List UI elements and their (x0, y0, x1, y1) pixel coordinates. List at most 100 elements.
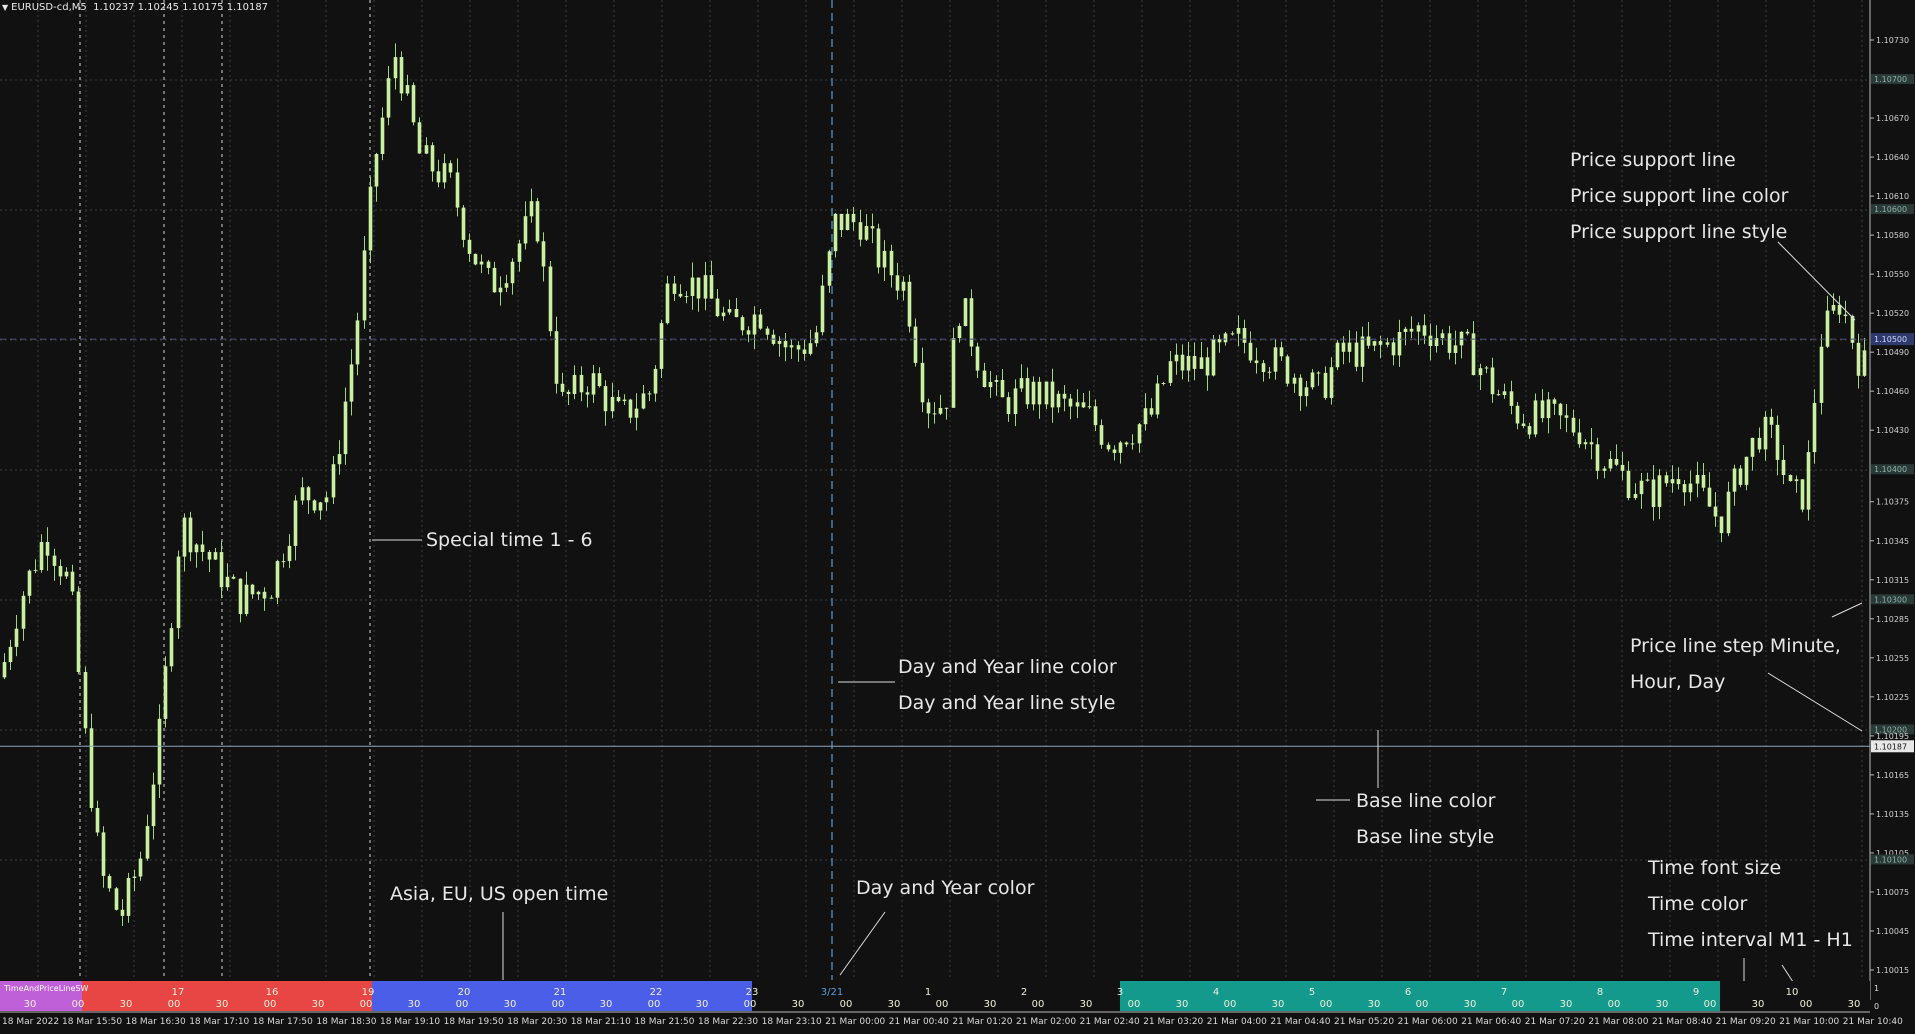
candle-body (1118, 442, 1123, 453)
minute-label: 00 (1800, 999, 1813, 1010)
candle-body (1819, 346, 1824, 403)
candle-body (1106, 444, 1111, 450)
candle-body (1124, 442, 1129, 445)
candle-body (591, 373, 596, 395)
minute-label: 00 (744, 999, 757, 1010)
hour-label: 16 (266, 987, 279, 998)
candle-body (814, 332, 819, 344)
candle-body (380, 117, 385, 154)
price-chart[interactable]: 1.10730 1.10700 1.10670 1.10640 1.10610 1.106… (0, 0, 1915, 1034)
minute-label: 00 (552, 999, 565, 1010)
candle-body (1577, 432, 1582, 445)
price-tick-label: 1.10285 (1876, 615, 1909, 624)
candle-body (1261, 363, 1266, 372)
candle-body (1664, 475, 1669, 484)
candle-body (1651, 479, 1656, 507)
candle-body (951, 338, 956, 408)
hour-label: 3 (1117, 987, 1123, 998)
candle-body (300, 487, 305, 501)
candle-body (1211, 339, 1216, 376)
price-support-note: Price support line (1570, 149, 1736, 171)
candle-body (746, 330, 751, 335)
candle-body (1378, 341, 1383, 345)
minute-label: 30 (408, 999, 421, 1010)
candle-body (1409, 328, 1414, 332)
minute-label: 00 (360, 999, 373, 1010)
time-tick-label: 18 Mar 19:10 (380, 1017, 440, 1027)
candle-body (541, 241, 546, 267)
support-price-label: 1.10700 (1874, 75, 1907, 84)
candle-body (1403, 328, 1408, 332)
candle-body (665, 283, 670, 324)
candle-body (1372, 341, 1377, 346)
candle-body (988, 382, 993, 388)
candle-body (1391, 342, 1396, 356)
price-support-note: Price support line style (1570, 221, 1787, 243)
candle-body (145, 826, 150, 859)
minute-label: 30 (216, 999, 229, 1010)
special-time-note: Special time 1 - 6 (426, 529, 593, 551)
candle-body (1068, 398, 1073, 407)
candle-body (207, 552, 212, 560)
candle-body (548, 266, 553, 332)
candle-body (1509, 391, 1514, 406)
candle-body (579, 374, 584, 393)
candle-body (262, 591, 267, 599)
hour-label: 22 (650, 987, 663, 998)
candle-body (1695, 475, 1700, 484)
candle-body (1812, 402, 1817, 453)
candle-body (510, 261, 515, 284)
candle-body (1478, 368, 1483, 376)
candle-body (1719, 516, 1724, 534)
time-tick-label: 18 Mar 20:30 (507, 1017, 567, 1027)
bid-price-label: 1.10500 (1874, 335, 1907, 344)
candle-body (994, 380, 999, 382)
candle-body (895, 275, 900, 291)
candle-body (1825, 310, 1830, 347)
candle-body (926, 402, 931, 414)
hour-label: 6 (1405, 987, 1411, 998)
candle-body (1447, 333, 1452, 353)
candle-body (1341, 342, 1346, 352)
price-axis[interactable]: 1.10730 1.10700 1.10670 1.10640 1.10610 1.106… (1869, 0, 1915, 1000)
candle-body (1168, 361, 1173, 383)
time-tick-label: 18 Mar 23:10 (762, 1017, 822, 1027)
candle-body (1595, 444, 1600, 471)
candle-body (1037, 381, 1042, 405)
minute-label: 30 (600, 999, 613, 1010)
candle-body (1161, 383, 1166, 384)
candle-body (318, 502, 323, 511)
candle-body (740, 317, 745, 331)
candle-body (765, 328, 770, 335)
candle-body (95, 808, 100, 833)
collapse-triangle-icon[interactable]: ▼ (2, 3, 8, 12)
candle-body (572, 374, 577, 394)
candle-body (535, 201, 540, 242)
candle-body (1589, 442, 1594, 445)
candle-body (585, 392, 590, 395)
price-tick-label: 1.10075 (1876, 888, 1909, 897)
candle-body (1223, 333, 1228, 343)
candle-body (473, 253, 478, 265)
minute-label: 00 (72, 999, 85, 1010)
candle-body (975, 346, 980, 371)
price-tick-label: 1.10135 (1876, 810, 1909, 819)
minute-label: 00 (1032, 999, 1045, 1010)
candle-body (287, 545, 292, 562)
candle-body (256, 591, 261, 595)
candle-body (1155, 383, 1160, 415)
candle-body (1019, 378, 1024, 389)
candle-body (1806, 452, 1811, 510)
minute-label: 00 (1512, 999, 1525, 1010)
candle-body (957, 326, 962, 338)
price-support-note: Price support line color (1570, 185, 1789, 207)
minute-label: 30 (1560, 999, 1573, 1010)
price-step-note: Hour, Day (1630, 671, 1725, 693)
time-tick-label: 21 Mar 04:40 (1270, 1017, 1330, 1027)
candle-body (721, 312, 726, 317)
minute-label: 30 (1080, 999, 1093, 1010)
candle-body (920, 362, 925, 403)
candle-body (622, 399, 627, 402)
candle-body (1075, 402, 1080, 407)
price-tick-label: 1.10345 (1876, 537, 1909, 546)
